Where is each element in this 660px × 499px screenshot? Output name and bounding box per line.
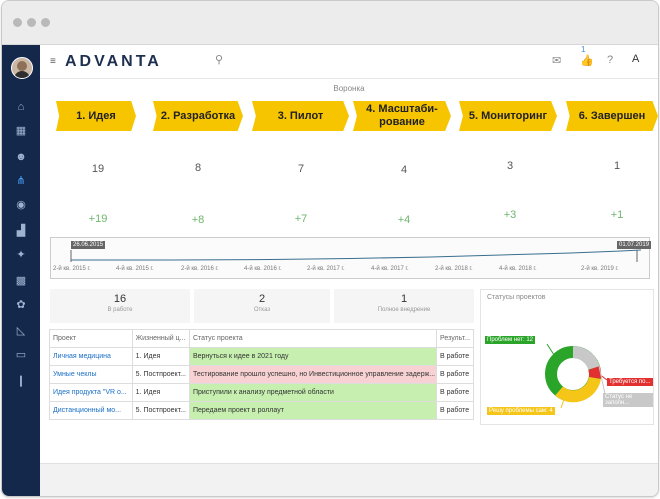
stat-label: В работе — [107, 307, 133, 313]
funnel-stage-completed[interactable]: 6. Завершен — [566, 101, 658, 131]
calendar-icon[interactable]: ▦ — [11, 123, 31, 139]
sidebar: ⌂ ▦ ☻ ⋔ ◉ ▟ ✦ ▩ ✿ ◺ ▭ ❙ — [2, 45, 40, 496]
column-header-result[interactable]: Результ... — [435, 329, 475, 348]
stage-count: 8 — [194, 162, 202, 174]
brand-logo: ADVANTA — [65, 53, 162, 70]
legend-required: Требуется по... — [607, 378, 653, 386]
timeline-label: 2-й кв. 2018 г. — [435, 266, 473, 272]
title-bar — [2, 1, 658, 45]
browser-window: ⌂ ▦ ☻ ⋔ ◉ ▟ ✦ ▩ ✿ ◺ ▭ ❙ ≡ ADVANTA ⚲ ✉ 👍 … — [1, 0, 659, 497]
grid-icon[interactable]: ▩ — [11, 273, 31, 289]
result-cell: В работе — [435, 383, 475, 402]
funnel-stage-development[interactable]: 2. Разработка — [153, 101, 243, 131]
timeline-label: 4-й кв. 2017 г. — [371, 266, 409, 272]
timeline-line — [70, 249, 642, 262]
table-row[interactable]: Дистанционный мо... 5. Постпроект... Пер… — [49, 401, 475, 420]
project-link[interactable]: Личная медицина — [49, 347, 133, 366]
column-header-lifecycle[interactable]: Жизненный ц... — [131, 329, 190, 348]
status-cell: Тестирование прошло успешно, но Инвестиц… — [188, 365, 437, 384]
funnel-stage-idea[interactable]: 1. Идея — [56, 101, 136, 131]
table-row[interactable]: Личная медицина 1. Идея Вернуться к идее… — [49, 347, 475, 366]
column-header-project[interactable]: Проект — [49, 329, 133, 348]
bar-chart-icon[interactable]: ▟ — [11, 223, 31, 239]
result-cell: В работе — [435, 365, 475, 384]
funnel-stage-scaling[interactable]: 4. Масштаби-рование — [353, 101, 451, 131]
timeline-label: 4-й кв. 2018 г. — [499, 266, 537, 272]
funnel-title: Воронка — [333, 84, 365, 93]
stage-delta: +1 — [610, 209, 624, 221]
stat-label: Отказ — [253, 307, 271, 313]
result-cell: В работе — [435, 401, 475, 420]
window-dot-zoom[interactable] — [41, 18, 50, 27]
bookmark-icon[interactable]: ❙ — [11, 373, 31, 389]
bottom-strip — [40, 463, 658, 496]
table-row[interactable]: Умные чеклы 5. Постпроект... Тестировани… — [49, 365, 475, 384]
timeline-slider[interactable]: 26.06.2015 01.07.2019 2-й кв. 2015 г. 4-… — [50, 237, 652, 279]
funnel-stage-pilot[interactable]: 3. Пилот — [252, 101, 349, 131]
stage-delta: +8 — [191, 214, 205, 226]
table-row[interactable]: Идея продукта "VR o... 1. Идея Приступил… — [49, 383, 475, 402]
menu-icon[interactable]: ≡ — [50, 56, 56, 67]
timeline-label: 2-й кв. 2016 г. — [181, 266, 219, 272]
top-bar: ≡ ADVANTA ⚲ ✉ 👍 1 ? A — [40, 45, 658, 79]
dashboard-content: Воронка 1. Идея 2. Разработка 3. Пилот 4… — [40, 79, 658, 463]
stat-label: Полное внедрение — [377, 307, 431, 313]
funnel-stage-monitoring[interactable]: 5. Мониторинг — [459, 101, 557, 131]
projects-table: Проект Жизненный ц... Статус проекта Рез… — [49, 329, 475, 420]
stage-delta: +7 — [294, 213, 308, 225]
like-count-badge: 1 — [581, 45, 586, 54]
status-cell: Приступили к анализу предметной области — [188, 383, 437, 402]
window-dot-close[interactable] — [13, 18, 22, 27]
stat-rejected[interactable]: 2 Отказ — [194, 289, 330, 323]
window-icon[interactable]: ▭ — [11, 347, 31, 363]
org-structure-icon[interactable]: ⋔ — [11, 173, 31, 189]
mail-icon[interactable]: ✉ — [552, 54, 561, 67]
sparkle-icon[interactable]: ✦ — [11, 247, 31, 263]
home-icon[interactable]: ⌂ — [11, 99, 31, 115]
stage-delta: +19 — [88, 213, 108, 225]
users-icon[interactable]: ☻ — [11, 149, 31, 165]
avatar[interactable] — [11, 57, 33, 79]
settings-icon[interactable]: ✿ — [11, 297, 31, 313]
timeline-label: 2-й кв. 2015 г. — [53, 266, 91, 272]
stage-count: 19 — [91, 163, 105, 175]
project-link[interactable]: Идея продукта "VR o... — [49, 383, 133, 402]
legend-solvable: Решу проблемы сам: 4 — [487, 407, 555, 415]
like-icon[interactable]: 👍 — [580, 54, 594, 67]
project-status-panel: Статусы проектов Проблем нет: 12 Требует… — [480, 289, 654, 425]
search-icon[interactable]: ⚲ — [215, 53, 223, 66]
chart-icon[interactable]: ◺ — [11, 323, 31, 339]
timeline-label: 4-й кв. 2015 г. — [116, 266, 154, 272]
circle-icon[interactable]: ◉ — [11, 197, 31, 213]
project-link[interactable]: Умные чеклы — [49, 365, 133, 384]
timeline-label: 2-й кв. 2019 г. — [581, 266, 619, 272]
stage-delta: +4 — [397, 214, 411, 226]
stat-value: 2 — [258, 293, 266, 305]
status-cell: Вернуться к идее в 2021 году — [188, 347, 437, 366]
stage-count: 3 — [506, 160, 514, 172]
stat-full-implementation[interactable]: 1 Полное внедрение — [334, 289, 474, 323]
column-header-status[interactable]: Статус проекта — [188, 329, 437, 348]
stat-in-progress[interactable]: 16 В работе — [50, 289, 190, 323]
help-icon[interactable]: ? — [607, 54, 613, 66]
stat-value: 1 — [400, 293, 408, 305]
translate-icon[interactable]: A — [632, 53, 639, 65]
stage-delta: +3 — [503, 209, 517, 221]
lifecycle-cell: 5. Постпроект... — [131, 365, 190, 384]
result-cell: В работе — [435, 347, 475, 366]
window-dot-minimize[interactable] — [27, 18, 36, 27]
lifecycle-cell: 5. Постпроект... — [131, 401, 190, 420]
stage-count: 1 — [613, 160, 621, 172]
legend-no-problems: Проблем нет: 12 — [485, 336, 535, 344]
project-link[interactable]: Дистанционный мо... — [49, 401, 133, 420]
timeline-label: 4-й кв. 2016 г. — [244, 266, 282, 272]
lifecycle-cell: 1. Идея — [131, 347, 190, 366]
status-cell: Передаем проект в роллаут — [188, 401, 437, 420]
lifecycle-cell: 1. Идея — [131, 383, 190, 402]
legend-not-filled: Статус не заполн... — [603, 393, 653, 407]
stage-count: 7 — [297, 163, 305, 175]
stage-count: 4 — [400, 164, 408, 176]
timeline-label: 2-й кв. 2017 г. — [307, 266, 345, 272]
stat-value: 16 — [113, 293, 127, 305]
